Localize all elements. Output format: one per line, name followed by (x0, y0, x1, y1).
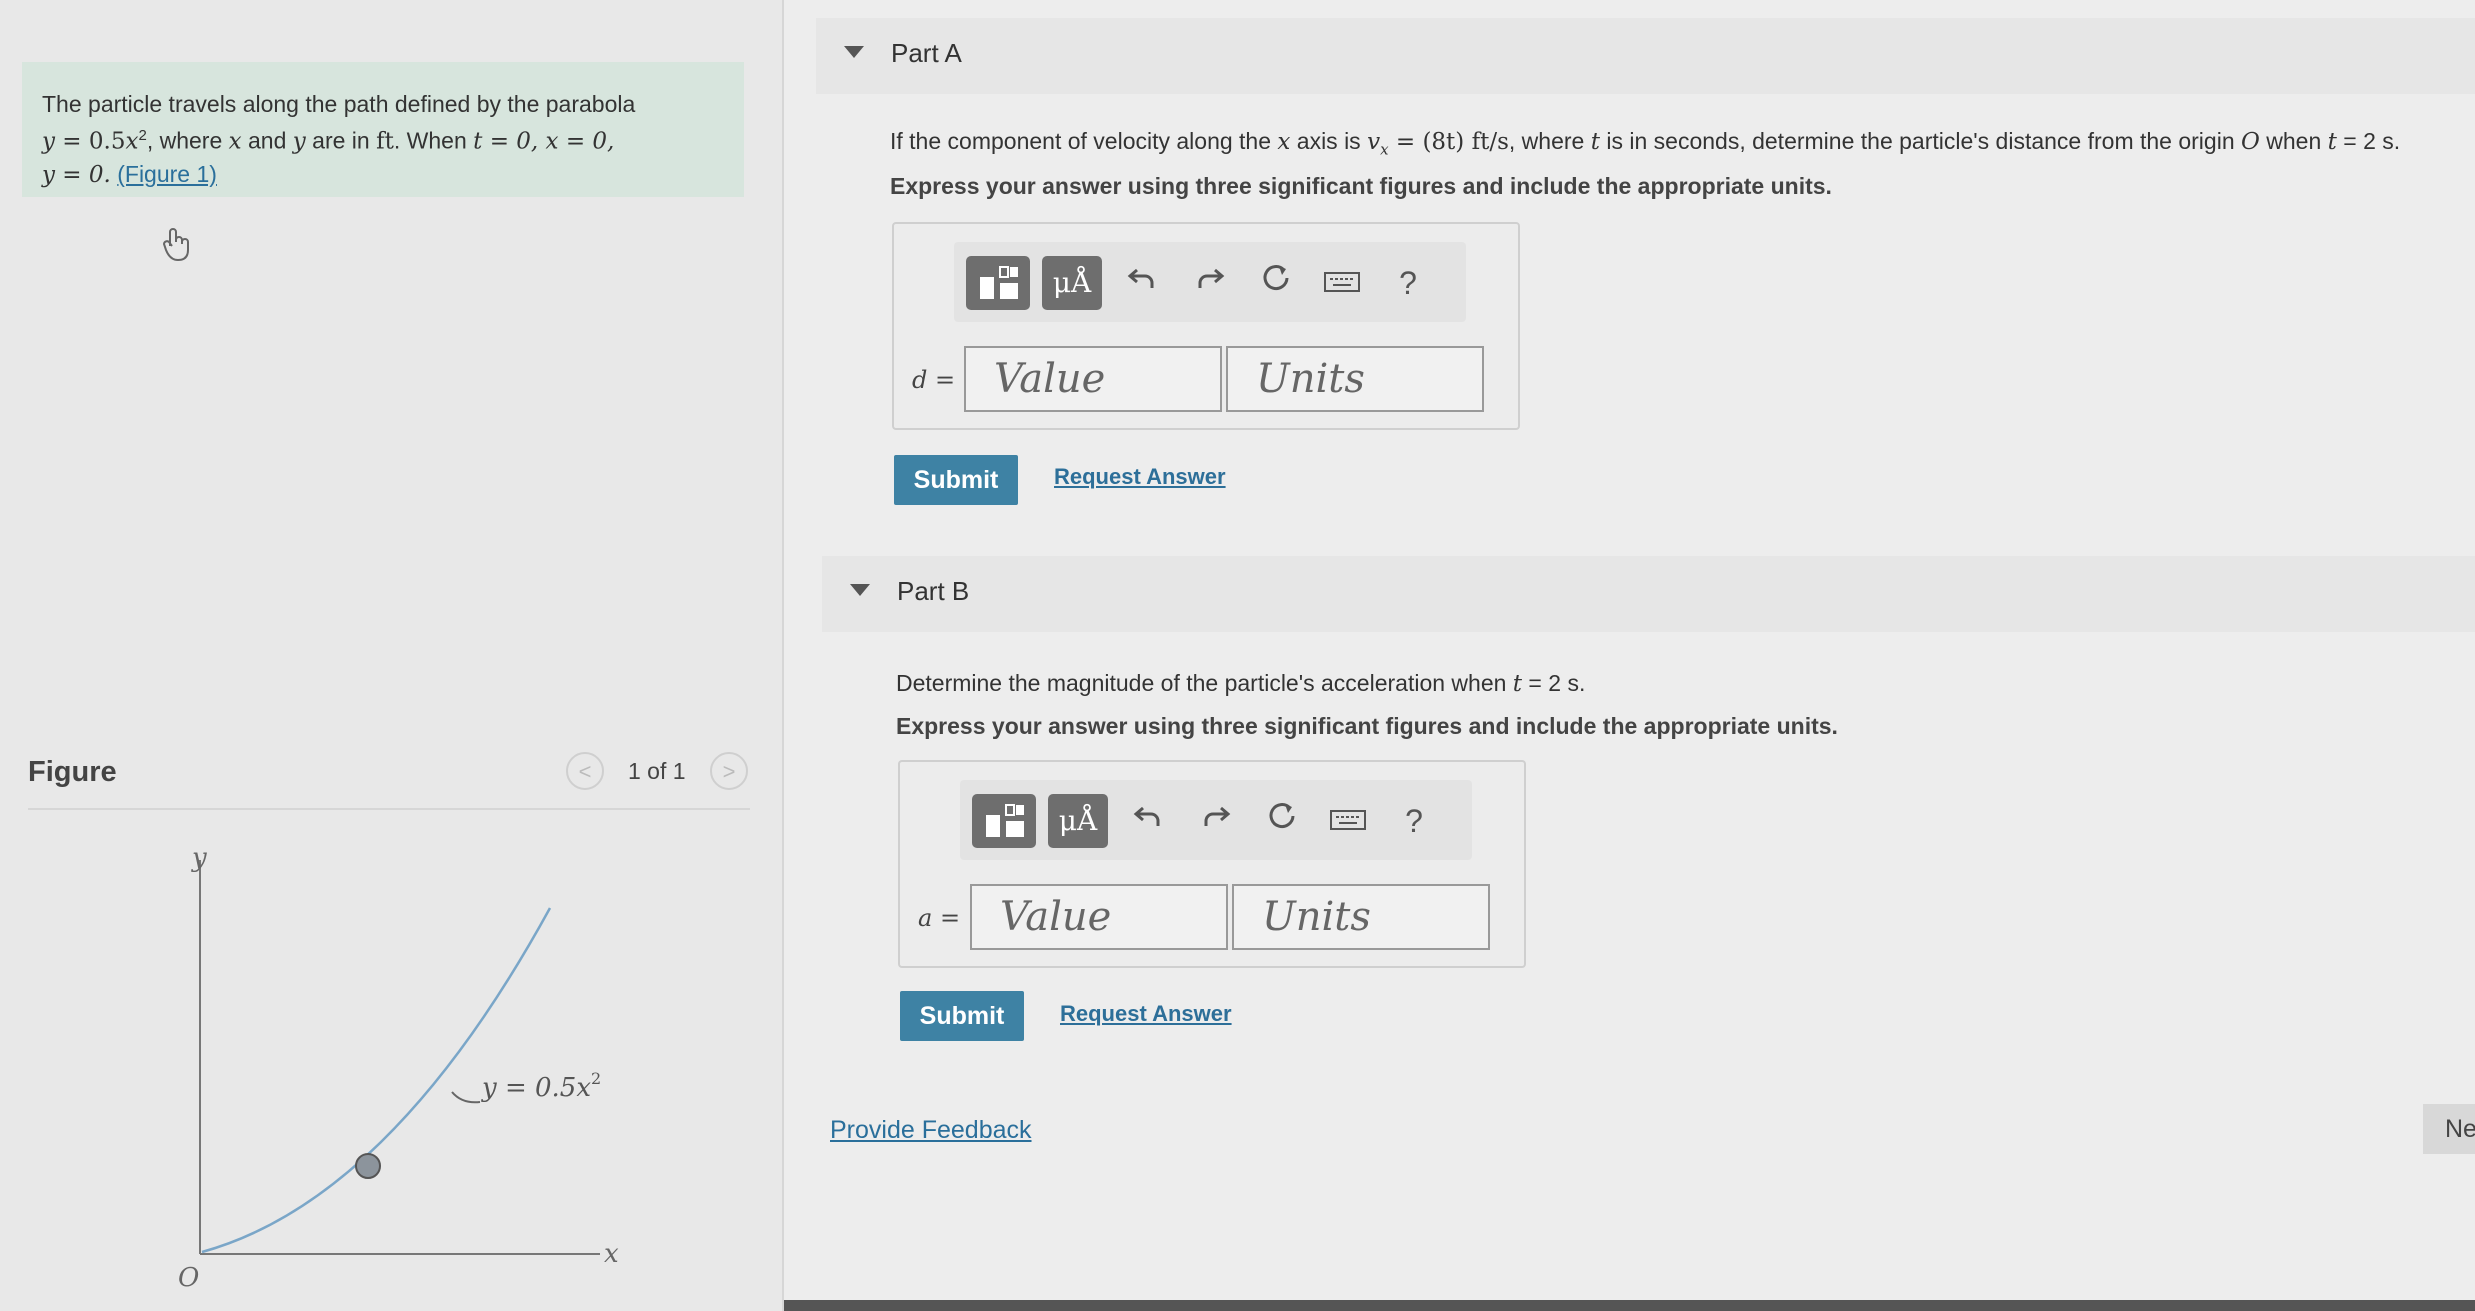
math-ft: ft (376, 128, 394, 155)
part-b-submit-button[interactable]: Submit (900, 991, 1024, 1041)
templates-icon[interactable] (966, 256, 1030, 310)
part-b-request-answer-link[interactable]: Request Answer (1060, 1001, 1232, 1027)
problem-text: , where (146, 127, 229, 154)
figure-header: Figure < 1 of 1 > (28, 752, 750, 810)
math-x: x (125, 128, 139, 155)
problem-text: . When (393, 127, 474, 154)
part-a-toolbar: μÅ ? (954, 242, 1466, 322)
units-symbols-button[interactable]: μÅ (1042, 256, 1102, 310)
value-input[interactable]: Value (970, 884, 1228, 950)
problem-text: and (241, 127, 293, 154)
part-b-toolbar: μÅ ? (960, 780, 1472, 860)
var-label-d: d = (912, 366, 956, 394)
part-a-title: Part A (891, 38, 962, 68)
part-b-instruction: Express your answer using three signific… (896, 713, 1838, 739)
part-a-request-answer-link[interactable]: Request Answer (1054, 464, 1226, 490)
problem-statement: The particle travels along the path defi… (22, 62, 744, 197)
next-button[interactable]: Ne (2423, 1104, 2475, 1154)
figure-link[interactable]: (Figure 1) (117, 161, 217, 187)
part-b-title: Part B (897, 576, 970, 606)
math-exp: 2 (138, 127, 147, 144)
figure-title: Figure (28, 756, 117, 788)
particle (355, 1153, 381, 1179)
templates-icon[interactable] (972, 794, 1036, 848)
reset-icon[interactable] (1260, 794, 1304, 848)
part-b-question: Determine the magnitude of the particle'… (896, 670, 1586, 697)
math-initial: t = 0, x = 0, (473, 128, 615, 155)
units-input[interactable]: Units (1232, 884, 1490, 950)
value-input[interactable]: Value (964, 346, 1222, 412)
part-a-answer-box: μÅ ? d = Value Units (892, 222, 1520, 430)
help-button[interactable]: ? (1392, 794, 1436, 848)
math-x: x (228, 128, 242, 155)
axis-label-y: y (191, 843, 207, 873)
figure-prev-button[interactable]: < (566, 752, 604, 790)
reset-icon[interactable] (1254, 256, 1298, 310)
provide-feedback-link[interactable]: Provide Feedback (830, 1116, 1032, 1145)
math-y: y (292, 128, 306, 155)
hand-cursor-icon (160, 226, 196, 271)
axis-label-x: x (604, 1239, 619, 1269)
collapse-caret-icon[interactable] (850, 584, 870, 596)
figure-pager: 1 of 1 (628, 758, 686, 784)
units-symbols-button[interactable]: μÅ (1048, 794, 1108, 848)
part-a-submit-button[interactable]: Submit (894, 455, 1018, 505)
part-a-question: If the component of velocity along the x… (890, 128, 2401, 159)
origin-label: O (178, 1263, 199, 1293)
figure-next-button[interactable]: > (710, 752, 748, 790)
help-button[interactable]: ? (1386, 256, 1430, 310)
redo-icon[interactable] (1194, 794, 1238, 848)
part-b-answer-box: μÅ ? a = Value Units (898, 760, 1526, 968)
units-input[interactable]: Units (1226, 346, 1484, 412)
math-eq: = 0.5 (55, 128, 126, 155)
collapse-caret-icon[interactable] (844, 46, 864, 58)
math-y: y (42, 128, 55, 155)
part-a-instruction: Express your answer using three signific… (890, 173, 1832, 199)
curve-label: y = 0.5x2 (481, 1069, 601, 1103)
parabola-figure: y x O y = 0.5x2 (178, 843, 619, 1293)
problem-text: are in (305, 127, 377, 154)
undo-icon[interactable] (1126, 794, 1170, 848)
problem-text: The particle travels along the path defi… (42, 91, 636, 117)
curve-leader (451, 1091, 481, 1104)
redo-icon[interactable] (1188, 256, 1232, 310)
undo-icon[interactable] (1120, 256, 1164, 310)
bottom-bar (784, 1300, 2475, 1311)
var-label-a: a = (918, 904, 961, 932)
keyboard-icon[interactable] (1326, 794, 1370, 848)
keyboard-icon[interactable] (1320, 256, 1364, 310)
part-b-header[interactable]: Part B (822, 556, 2475, 632)
math-y0: y = 0. (42, 161, 111, 188)
left-pane: The particle travels along the path defi… (0, 0, 784, 1311)
part-a-header[interactable]: Part A (816, 18, 2475, 94)
